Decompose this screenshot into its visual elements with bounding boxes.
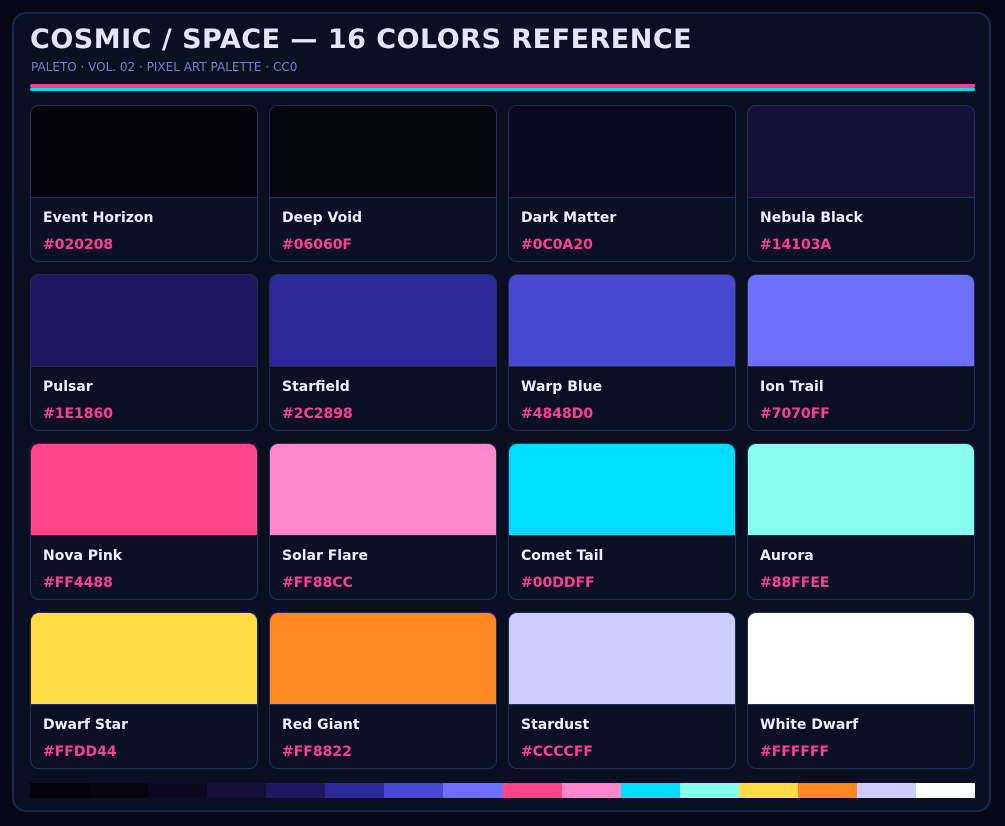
swatch-name: Nebula Black xyxy=(760,210,863,226)
color-swatch xyxy=(31,275,257,367)
color-swatch xyxy=(509,275,735,367)
swatch-card[interactable]: Dwarf Star #FFDD44 xyxy=(30,612,258,769)
swatch-hex[interactable]: #7070FF xyxy=(760,406,830,422)
swatch-name: Starfield xyxy=(282,379,350,395)
palette-strip-cell xyxy=(679,783,739,798)
palette-strip xyxy=(30,783,975,798)
swatch-name: Warp Blue xyxy=(521,379,603,395)
color-swatch xyxy=(31,106,257,198)
color-swatch xyxy=(748,444,974,536)
color-swatch xyxy=(31,613,257,705)
swatch-card[interactable]: Event Horizon #020208 xyxy=(30,105,258,262)
color-swatch xyxy=(748,275,974,367)
swatch-card[interactable]: Solar Flare #FF88CC xyxy=(269,443,497,600)
color-swatch xyxy=(509,106,735,198)
color-swatch xyxy=(748,613,974,705)
swatch-name: Dark Matter xyxy=(521,210,617,226)
palette-strip-cell xyxy=(207,783,267,798)
swatch-card[interactable]: Dark Matter #0C0A20 xyxy=(508,105,736,262)
swatch-hex[interactable]: #FF8822 xyxy=(282,744,352,760)
color-swatch xyxy=(270,613,496,705)
swatch-hex[interactable]: #CCCCFF xyxy=(521,744,593,760)
palette-strip-cell xyxy=(384,783,444,798)
swatch-name: Ion Trail xyxy=(760,379,824,395)
palette-strip-cell xyxy=(502,783,562,798)
swatch-card[interactable]: Stardust #CCCCFF xyxy=(508,612,736,769)
swatch-hex[interactable]: #1E1860 xyxy=(43,406,113,422)
page-subtitle: PALETO · VOL. 02 · PIXEL ART PALETTE · C… xyxy=(31,60,298,74)
palette-strip-cell xyxy=(915,783,975,798)
swatch-card[interactable]: Aurora #88FFEE xyxy=(747,443,975,600)
swatch-name: Event Horizon xyxy=(43,210,154,226)
swatch-card[interactable]: Warp Blue #4848D0 xyxy=(508,274,736,431)
swatch-hex[interactable]: #2C2898 xyxy=(282,406,353,422)
swatch-name: Pulsar xyxy=(43,379,93,395)
palette-strip-cell xyxy=(30,783,90,798)
divider-cyan-line xyxy=(30,88,975,91)
palette-strip-cell xyxy=(266,783,326,798)
swatch-name: Stardust xyxy=(521,717,590,733)
swatch-hex[interactable]: #4848D0 xyxy=(521,406,593,422)
swatch-name: Red Giant xyxy=(282,717,360,733)
swatch-hex[interactable]: #0C0A20 xyxy=(521,237,593,253)
palette-strip-cell xyxy=(443,783,503,798)
swatch-card[interactable]: Pulsar #1E1860 xyxy=(30,274,258,431)
palette-strip-cell xyxy=(620,783,680,798)
swatch-hex[interactable]: #14103A xyxy=(760,237,831,253)
color-swatch xyxy=(31,444,257,536)
swatch-name: Solar Flare xyxy=(282,548,368,564)
color-swatch xyxy=(748,106,974,198)
page-title: COSMIC / SPACE — 16 COLORS REFERENCE xyxy=(30,24,693,55)
color-swatch xyxy=(270,444,496,536)
swatch-card[interactable]: Deep Void #06060F xyxy=(269,105,497,262)
swatch-hex[interactable]: #FFFFFF xyxy=(760,744,829,760)
palette-strip-cell xyxy=(738,783,798,798)
swatch-card[interactable]: White Dwarf #FFFFFF xyxy=(747,612,975,769)
palette-strip-cell xyxy=(856,783,916,798)
swatch-grid: Event Horizon #020208 Deep Void #06060F Dark… xyxy=(30,105,975,769)
palette-strip-cell xyxy=(561,783,621,798)
color-swatch xyxy=(270,106,496,198)
swatch-name: Deep Void xyxy=(282,210,363,226)
swatch-name: Comet Tail xyxy=(521,548,604,564)
palette-strip-cell xyxy=(89,783,149,798)
palette-strip-cell xyxy=(325,783,385,798)
swatch-hex[interactable]: #FF88CC xyxy=(282,575,353,591)
swatch-card[interactable]: Nova Pink #FF4488 xyxy=(30,443,258,600)
header-divider xyxy=(30,84,975,91)
swatch-name: Aurora xyxy=(760,548,814,564)
swatch-card[interactable]: Starfield #2C2898 xyxy=(269,274,497,431)
color-swatch xyxy=(509,444,735,536)
swatch-hex[interactable]: #FF4488 xyxy=(43,575,113,591)
swatch-card[interactable]: Comet Tail #00DDFF xyxy=(508,443,736,600)
swatch-card[interactable]: Nebula Black #14103A xyxy=(747,105,975,262)
swatch-hex[interactable]: #06060F xyxy=(282,237,352,253)
color-swatch xyxy=(270,275,496,367)
swatch-name: Dwarf Star xyxy=(43,717,128,733)
palette-strip-cell xyxy=(148,783,208,798)
swatch-hex[interactable]: #FFDD44 xyxy=(43,744,117,760)
swatch-name: White Dwarf xyxy=(760,717,859,733)
swatch-hex[interactable]: #020208 xyxy=(43,237,113,253)
swatch-hex[interactable]: #88FFEE xyxy=(760,575,829,591)
palette-strip-cell xyxy=(797,783,857,798)
swatch-card[interactable]: Ion Trail #7070FF xyxy=(747,274,975,431)
swatch-hex[interactable]: #00DDFF xyxy=(521,575,595,591)
swatch-card[interactable]: Red Giant #FF8822 xyxy=(269,612,497,769)
swatch-name: Nova Pink xyxy=(43,548,123,564)
color-swatch xyxy=(509,613,735,705)
